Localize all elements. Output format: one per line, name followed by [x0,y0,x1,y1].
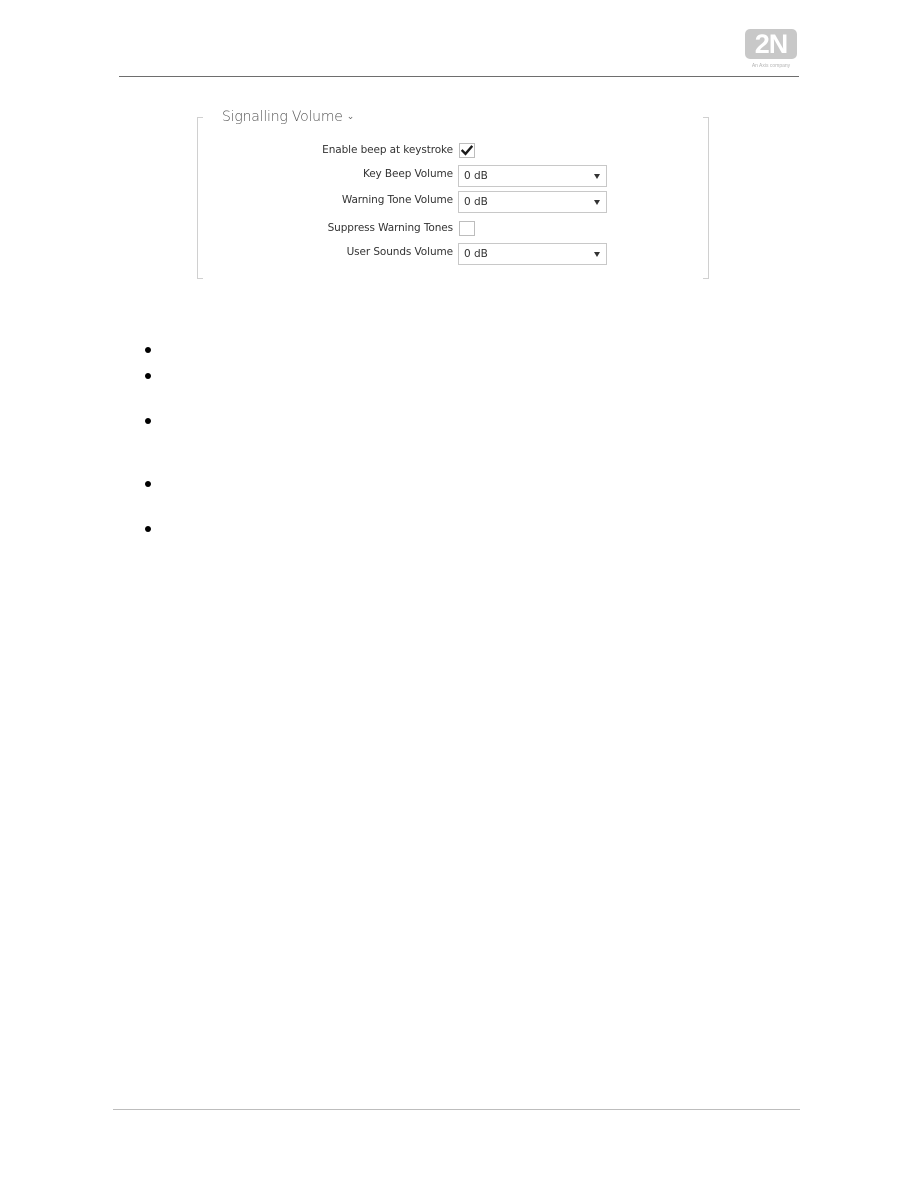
panel-bracket-right [703,117,709,279]
select-value: 0 dB [464,248,488,260]
bullet-point [145,526,151,532]
brand-logo: 2N [745,29,797,59]
select-value: 0 dB [464,170,488,182]
field-row-user-sounds-volume: User Sounds Volume 0 dB [200,243,620,265]
bullet-point [145,481,151,487]
bullet-point [145,418,151,424]
field-row-key-beep-volume: Key Beep Volume 0 dB [200,165,620,187]
key-beep-volume-select[interactable]: 0 dB [458,165,607,187]
user-sounds-volume-select[interactable]: 0 dB [458,243,607,265]
field-row-warning-tone-volume: Warning Tone Volume 0 dB [200,191,620,213]
field-label: Key Beep Volume [362,168,453,180]
field-row-enable-beep: Enable beep at keystroke [200,141,620,163]
header-divider [119,76,799,77]
section-title-signalling-volume[interactable]: Signalling Volume ⌄ [222,109,354,125]
dropdown-arrow-icon [594,252,600,257]
logo-tagline: An Axis company [751,63,791,69]
footer-divider [113,1109,800,1110]
checkmark-icon [461,145,473,156]
section-title-text: Signalling Volume [222,109,343,125]
bullet-point [145,347,151,353]
suppress-warning-tones-checkbox[interactable] [459,221,475,236]
field-label: Enable beep at keystroke [322,144,453,156]
field-row-suppress-warning-tones: Suppress Warning Tones [200,219,620,241]
chevron-down-icon[interactable]: ⌄ [347,112,355,122]
field-label: Warning Tone Volume [341,194,453,206]
dropdown-arrow-icon [594,174,600,179]
enable-beep-checkbox[interactable] [459,143,475,158]
logo-text: 2N [754,29,789,59]
field-label: Suppress Warning Tones [327,222,454,234]
warning-tone-volume-select[interactable]: 0 dB [458,191,607,213]
field-label: User Sounds Volume [346,246,454,258]
bullet-point [145,373,151,379]
dropdown-arrow-icon [594,200,600,205]
select-value: 0 dB [464,196,488,208]
